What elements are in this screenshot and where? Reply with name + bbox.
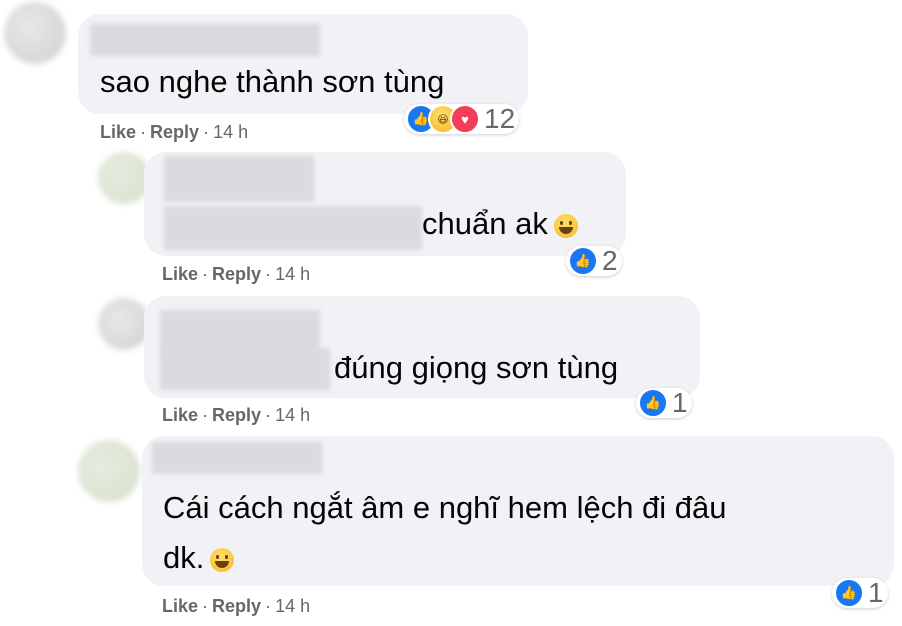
reaction-summary[interactable]: 👍 1 (832, 578, 888, 608)
laughing-tears-icon (210, 547, 235, 572)
timestamp[interactable]: 14 h (275, 405, 310, 425)
reaction-count: 2 (602, 245, 618, 276)
comment-actions: Like · Reply · 14 h (162, 264, 310, 285)
timestamp[interactable]: 14 h (275, 264, 310, 284)
separator: · (265, 264, 272, 284)
comment-actions: Like · Reply · 14 h (162, 596, 310, 617)
blurred-author-name (152, 442, 322, 474)
reply-link[interactable]: Reply (212, 596, 261, 616)
grinning-face-icon (553, 213, 578, 238)
comment-text-line: dk. (163, 538, 235, 578)
reaction-count: 1 (672, 387, 688, 418)
comment-text-line: Cái cách ngắt âm e nghĩ hem lệch đi đâu (163, 490, 727, 525)
timestamp[interactable]: 14 h (213, 122, 248, 142)
separator: · (140, 122, 147, 142)
blurred-author-name (164, 156, 314, 202)
like-link[interactable]: Like (162, 596, 198, 616)
avatar[interactable] (4, 2, 66, 64)
reaction-summary[interactable]: 👍 1 (636, 388, 692, 418)
like-reaction-icon: 👍 (834, 578, 864, 608)
comment-text: sao nghe thành sơn tùng (100, 64, 445, 99)
reply-link[interactable]: Reply (212, 264, 261, 284)
comment-text: chuẩn ak (422, 204, 578, 244)
reply-link[interactable]: Reply (150, 122, 199, 142)
like-reaction-icon: 👍 (568, 246, 598, 276)
separator: · (265, 405, 272, 425)
reply-link[interactable]: Reply (212, 405, 261, 425)
like-link[interactable]: Like (162, 264, 198, 284)
reaction-count: 1 (868, 577, 884, 608)
comment-actions: Like · Reply · 14 h (100, 122, 248, 143)
separator: · (202, 405, 209, 425)
avatar[interactable] (98, 298, 150, 350)
like-link[interactable]: Like (162, 405, 198, 425)
separator: · (202, 264, 209, 284)
like-reaction-icon: 👍 (638, 388, 668, 418)
reaction-summary[interactable]: 👍 😆 ♥ 12 (404, 103, 520, 134)
reaction-count: 12 (484, 103, 516, 134)
comment-actions: Like · Reply · 14 h (162, 405, 310, 426)
like-link[interactable]: Like (100, 122, 136, 142)
comment-text-content: chuẩn ak (422, 206, 548, 241)
avatar[interactable] (78, 440, 140, 502)
reaction-summary[interactable]: 👍 2 (566, 246, 622, 276)
separator: · (203, 122, 210, 142)
comment-text-content: dk. (163, 540, 205, 575)
blurred-text (164, 206, 422, 250)
love-reaction-icon: ♥ (450, 104, 480, 134)
blurred-text (160, 348, 330, 390)
comment-text: đúng giọng sơn tùng (334, 350, 619, 385)
timestamp[interactable]: 14 h (275, 596, 310, 616)
blurred-author-name (90, 24, 320, 56)
separator: · (265, 596, 272, 616)
separator: · (202, 596, 209, 616)
avatar[interactable] (98, 152, 150, 204)
